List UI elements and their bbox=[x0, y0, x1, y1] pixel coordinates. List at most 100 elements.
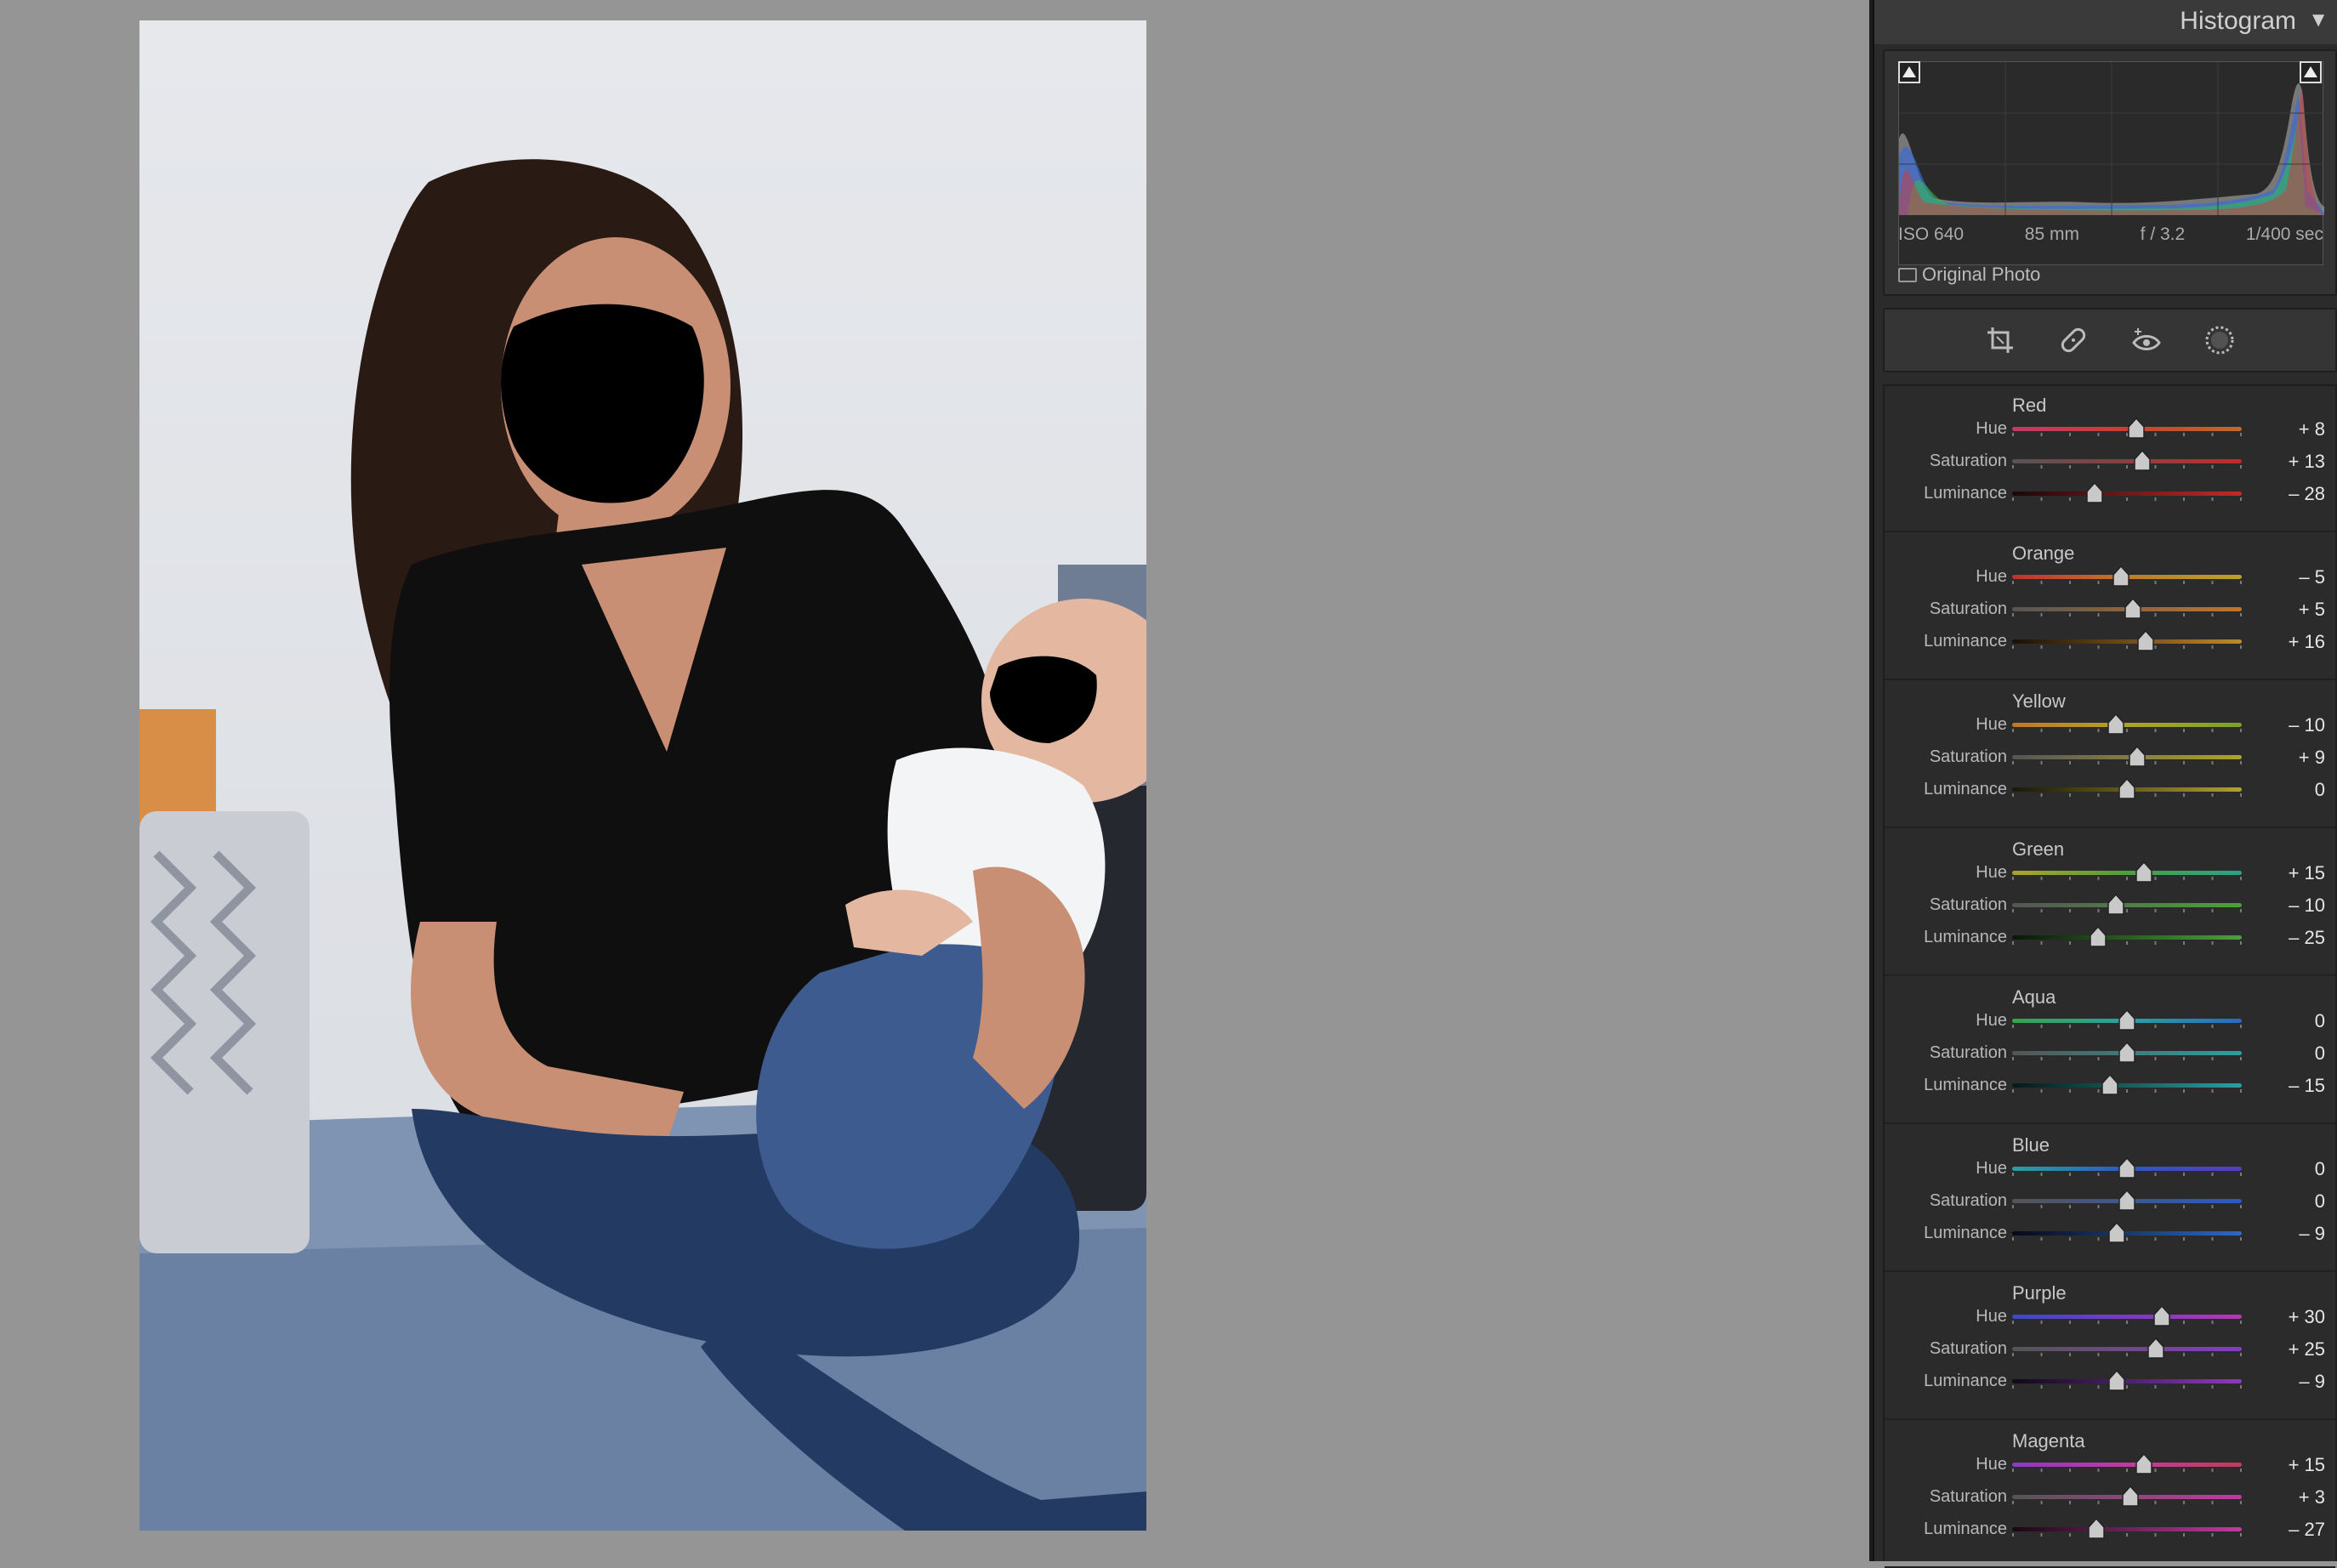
slider-track[interactable] bbox=[2012, 1083, 2242, 1088]
slider-value[interactable]: + 25 bbox=[2289, 1338, 2325, 1361]
hsl-slider-blue-luminance[interactable]: Luminance – 9 bbox=[1885, 1218, 2335, 1250]
hsl-slider-orange-luminance[interactable]: Luminance + 16 bbox=[1885, 626, 2335, 658]
slider-thumb[interactable] bbox=[2124, 598, 2142, 620]
photo-preview[interactable] bbox=[139, 20, 1146, 1531]
slider-value[interactable]: + 13 bbox=[2289, 451, 2325, 473]
slider-track[interactable] bbox=[2012, 1527, 2242, 1531]
slider-thumb[interactable] bbox=[2101, 1074, 2119, 1096]
slider-thumb[interactable] bbox=[2118, 1042, 2136, 1064]
hsl-slider-green-luminance[interactable]: Luminance – 25 bbox=[1885, 922, 2335, 954]
slider-track[interactable] bbox=[2012, 903, 2242, 907]
slider-thumb[interactable] bbox=[2107, 713, 2125, 736]
slider-thumb[interactable] bbox=[2133, 450, 2152, 472]
slider-value[interactable]: – 28 bbox=[2289, 483, 2325, 505]
masking-icon[interactable] bbox=[2203, 323, 2237, 357]
hsl-slider-red-hue[interactable]: Hue + 8 bbox=[1885, 413, 2335, 446]
hsl-slider-blue-hue[interactable]: Hue 0 bbox=[1885, 1153, 2335, 1185]
hsl-slider-magenta-luminance[interactable]: Luminance – 27 bbox=[1885, 1514, 2335, 1546]
original-photo-toggle[interactable]: Original Photo bbox=[1898, 264, 2040, 286]
slider-thumb[interactable] bbox=[2135, 861, 2153, 883]
hsl-slider-aqua-luminance[interactable]: Luminance – 15 bbox=[1885, 1070, 2335, 1102]
slider-thumb[interactable] bbox=[2128, 746, 2147, 768]
slider-value[interactable]: 0 bbox=[2315, 1042, 2325, 1065]
slider-thumb[interactable] bbox=[2112, 565, 2130, 588]
slider-thumb[interactable] bbox=[2118, 778, 2136, 800]
slider-thumb[interactable] bbox=[2147, 1338, 2165, 1360]
hsl-slider-red-saturation[interactable]: Saturation + 13 bbox=[1885, 446, 2335, 478]
slider-track[interactable] bbox=[2012, 1463, 2242, 1467]
slider-track[interactable] bbox=[2012, 1315, 2242, 1319]
slider-value[interactable]: + 15 bbox=[2289, 862, 2325, 884]
hsl-slider-purple-luminance[interactable]: Luminance – 9 bbox=[1885, 1366, 2335, 1398]
slider-thumb[interactable] bbox=[2085, 482, 2104, 504]
slider-track[interactable] bbox=[2012, 1347, 2242, 1351]
slider-value[interactable]: + 3 bbox=[2299, 1486, 2325, 1508]
slider-thumb[interactable] bbox=[2107, 894, 2125, 916]
slider-thumb[interactable] bbox=[2118, 1009, 2136, 1031]
slider-value[interactable]: + 9 bbox=[2299, 747, 2325, 769]
slider-track[interactable] bbox=[2012, 723, 2242, 727]
collapse-triangle-icon[interactable]: ▼ bbox=[2308, 9, 2328, 32]
hsl-slider-aqua-hue[interactable]: Hue 0 bbox=[1885, 1005, 2335, 1037]
slider-value[interactable]: – 10 bbox=[2289, 714, 2325, 736]
shadow-clipping-toggle[interactable] bbox=[1898, 61, 1920, 83]
slider-thumb[interactable] bbox=[2107, 1370, 2126, 1392]
slider-value[interactable]: – 5 bbox=[2299, 566, 2325, 588]
slider-value[interactable]: 0 bbox=[2315, 779, 2325, 801]
slider-thumb[interactable] bbox=[2089, 926, 2107, 948]
slider-value[interactable]: – 15 bbox=[2289, 1075, 2325, 1097]
slider-track[interactable] bbox=[2012, 935, 2242, 940]
highlight-clipping-toggle[interactable] bbox=[2300, 61, 2322, 83]
crop-icon[interactable] bbox=[1983, 323, 2017, 357]
slider-track[interactable] bbox=[2012, 871, 2242, 875]
slider-track[interactable] bbox=[2012, 755, 2242, 759]
hsl-slider-yellow-saturation[interactable]: Saturation + 9 bbox=[1885, 741, 2335, 774]
hsl-slider-magenta-hue[interactable]: Hue + 15 bbox=[1885, 1449, 2335, 1481]
hsl-slider-green-hue[interactable]: Hue + 15 bbox=[1885, 857, 2335, 889]
slider-value[interactable]: – 27 bbox=[2289, 1519, 2325, 1541]
slider-thumb[interactable] bbox=[2118, 1157, 2136, 1179]
slider-track[interactable] bbox=[2012, 1231, 2242, 1236]
slider-value[interactable]: 0 bbox=[2315, 1190, 2325, 1213]
slider-track[interactable] bbox=[2012, 639, 2242, 644]
hsl-slider-orange-hue[interactable]: Hue – 5 bbox=[1885, 561, 2335, 594]
slider-value[interactable]: + 16 bbox=[2289, 631, 2325, 653]
slider-thumb[interactable] bbox=[2087, 1518, 2106, 1540]
hsl-slider-aqua-saturation[interactable]: Saturation 0 bbox=[1885, 1037, 2335, 1070]
hsl-slider-red-luminance[interactable]: Luminance – 28 bbox=[1885, 478, 2335, 510]
slider-value[interactable]: + 8 bbox=[2299, 418, 2325, 440]
slider-track[interactable] bbox=[2012, 491, 2242, 496]
slider-thumb[interactable] bbox=[2118, 1190, 2136, 1212]
slider-track[interactable] bbox=[2012, 459, 2242, 463]
slider-value[interactable]: 0 bbox=[2315, 1158, 2325, 1180]
slider-thumb[interactable] bbox=[2107, 1222, 2126, 1244]
hsl-slider-green-saturation[interactable]: Saturation – 10 bbox=[1885, 889, 2335, 922]
hsl-group-yellow: Yellow Hue – 10 Saturation + 9 Luminance 0 bbox=[1885, 682, 2335, 828]
slider-thumb[interactable] bbox=[2136, 630, 2155, 652]
slider-value[interactable]: – 10 bbox=[2289, 895, 2325, 917]
slider-value[interactable]: 0 bbox=[2315, 1010, 2325, 1032]
hsl-slider-magenta-saturation[interactable]: Saturation + 3 bbox=[1885, 1481, 2335, 1514]
slider-value[interactable]: + 5 bbox=[2299, 599, 2325, 621]
slider-thumb[interactable] bbox=[2121, 1486, 2140, 1508]
hsl-slider-blue-saturation[interactable]: Saturation 0 bbox=[1885, 1185, 2335, 1218]
slider-value[interactable]: – 25 bbox=[2289, 927, 2325, 949]
photo-canvas[interactable] bbox=[0, 0, 1869, 1561]
hsl-slider-orange-saturation[interactable]: Saturation + 5 bbox=[1885, 594, 2335, 626]
slider-value[interactable]: – 9 bbox=[2299, 1223, 2325, 1245]
slider-value[interactable]: + 30 bbox=[2289, 1306, 2325, 1328]
slider-thumb[interactable] bbox=[2127, 418, 2146, 440]
original-photo-checkbox[interactable] bbox=[1898, 267, 1917, 282]
hsl-slider-purple-saturation[interactable]: Saturation + 25 bbox=[1885, 1333, 2335, 1366]
red-eye-icon[interactable] bbox=[2129, 323, 2164, 357]
slider-value[interactable]: – 9 bbox=[2299, 1371, 2325, 1393]
hsl-slider-purple-hue[interactable]: Hue + 30 bbox=[1885, 1301, 2335, 1333]
slider-value[interactable]: + 15 bbox=[2289, 1454, 2325, 1476]
slider-track[interactable] bbox=[2012, 1379, 2242, 1383]
hsl-slider-yellow-luminance[interactable]: Luminance 0 bbox=[1885, 774, 2335, 806]
histogram-header[interactable]: Histogram ▼ bbox=[1874, 0, 2337, 44]
hsl-slider-yellow-hue[interactable]: Hue – 10 bbox=[1885, 709, 2335, 741]
slider-thumb[interactable] bbox=[2135, 1453, 2153, 1475]
slider-thumb[interactable] bbox=[2152, 1305, 2171, 1327]
heal-icon[interactable] bbox=[2056, 323, 2090, 357]
